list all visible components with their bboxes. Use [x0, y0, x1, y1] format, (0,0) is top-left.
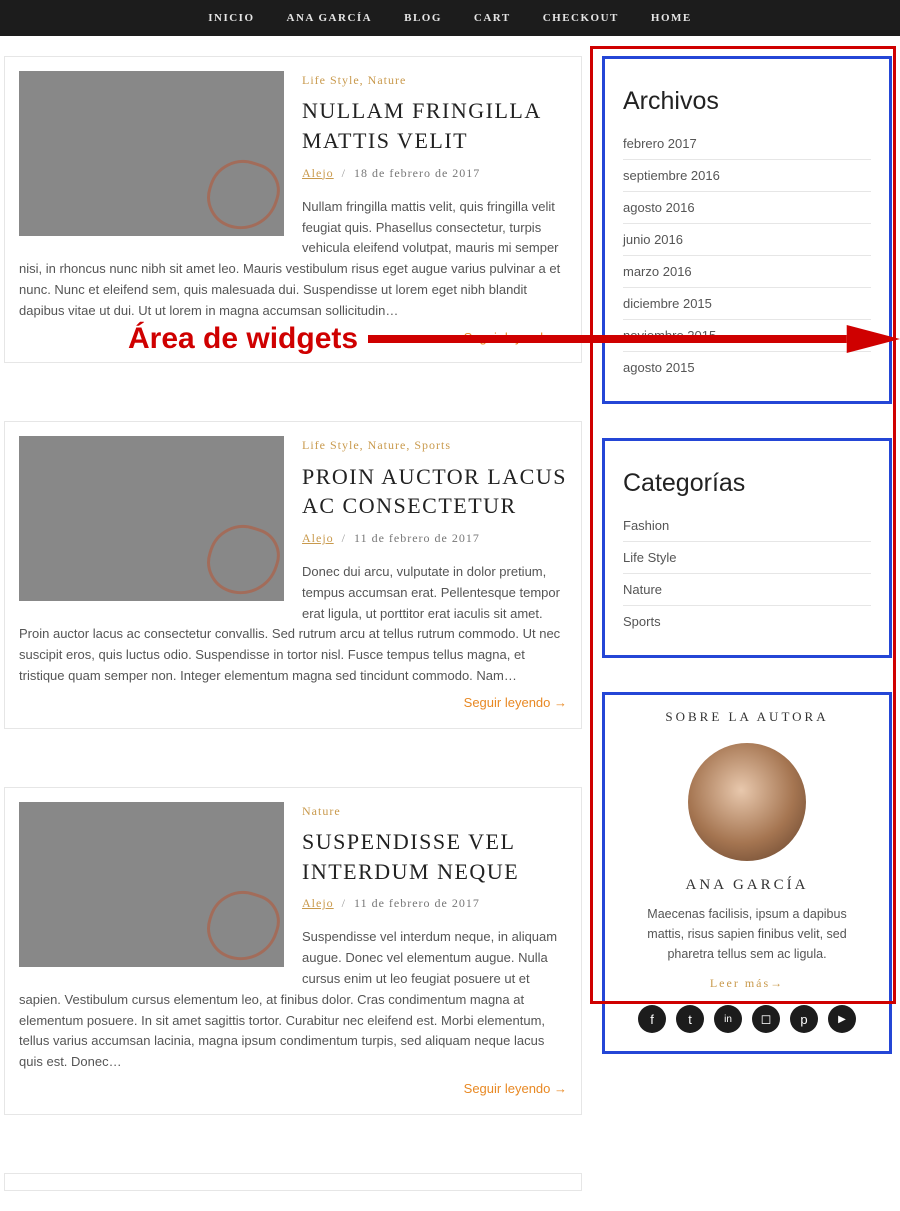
nav-item-blog[interactable]: BLOG	[404, 12, 442, 24]
twitter-icon[interactable]: t	[676, 1005, 704, 1033]
archives-widget: Archivos febrero 2017 septiembre 2016 ag…	[602, 56, 892, 404]
youtube-icon[interactable]: ▶	[828, 1005, 856, 1033]
category-link[interactable]: Nature	[368, 438, 407, 452]
linkedin-icon[interactable]: in	[714, 1005, 742, 1033]
nav-item-cart[interactable]: CART	[474, 12, 511, 24]
post-date: 11 de febrero de 2017	[354, 531, 480, 545]
archive-link[interactable]: noviembre 2015	[623, 320, 871, 352]
read-more-link[interactable]: Seguir leyendo →	[19, 328, 567, 349]
archive-link[interactable]: febrero 2017	[623, 128, 871, 160]
post-date: 18 de febrero de 2017	[354, 166, 480, 180]
top-nav: INICIO ANA GARCÍA BLOG CART CHECKOUT HOM…	[0, 0, 900, 36]
facebook-icon[interactable]: f	[638, 1005, 666, 1033]
post-thumbnail[interactable]	[19, 436, 284, 601]
post-author-link[interactable]: Alejo	[302, 896, 334, 910]
archive-link[interactable]: marzo 2016	[623, 256, 871, 288]
category-link[interactable]: Nature	[302, 804, 341, 818]
post-card: Life Style, Nature, Sports PROIN AUCTOR …	[4, 421, 582, 728]
nav-item-inicio[interactable]: INICIO	[208, 12, 254, 24]
archive-link[interactable]: junio 2016	[623, 224, 871, 256]
nav-item-home[interactable]: HOME	[651, 12, 692, 24]
read-more-link[interactable]: Seguir leyendo →	[19, 1079, 567, 1100]
author-name: ANA GARCÍA	[623, 877, 871, 894]
category-link[interactable]: Nature	[368, 73, 407, 87]
nav-item-ana-garcia[interactable]: ANA GARCÍA	[287, 12, 373, 24]
archive-link[interactable]: agosto 2015	[623, 352, 871, 383]
category-item[interactable]: Life Style	[623, 542, 871, 574]
category-link[interactable]: Life Style	[302, 73, 360, 87]
categories-list: Fashion Life Style Nature Sports	[623, 510, 871, 637]
author-widget: SOBRE LA AUTORA ANA GARCÍA Maecenas faci…	[602, 692, 892, 1054]
instagram-icon[interactable]: ◻	[752, 1005, 780, 1033]
post-author-link[interactable]: Alejo	[302, 531, 334, 545]
widget-title: SOBRE LA AUTORA	[623, 709, 871, 725]
category-item[interactable]: Nature	[623, 574, 871, 606]
post-author-link[interactable]: Alejo	[302, 166, 334, 180]
archive-link[interactable]: agosto 2016	[623, 192, 871, 224]
social-links: f t in ◻ p ▶	[623, 1005, 871, 1033]
archive-link[interactable]: diciembre 2015	[623, 288, 871, 320]
posts-column: Life Style, Nature NULLAM FRINGILLA MATT…	[4, 56, 582, 1191]
post-thumbnail[interactable]	[19, 71, 284, 236]
archive-link[interactable]: septiembre 2016	[623, 160, 871, 192]
widget-title: Categorías	[623, 469, 871, 498]
sidebar: Archivos febrero 2017 septiembre 2016 ag…	[602, 56, 892, 1191]
author-avatar	[688, 743, 806, 861]
category-link[interactable]: Life Style	[302, 438, 360, 452]
pinterest-icon[interactable]: p	[790, 1005, 818, 1033]
post-card: Nature SUSPENDISSE VEL INTERDUM NEQUE Al…	[4, 787, 582, 1115]
archives-list: febrero 2017 septiembre 2016 agosto 2016…	[623, 128, 871, 383]
categories-widget: Categorías Fashion Life Style Nature Spo…	[602, 438, 892, 658]
post-date: 11 de febrero de 2017	[354, 896, 480, 910]
post-thumbnail[interactable]	[19, 802, 284, 967]
category-item[interactable]: Fashion	[623, 510, 871, 542]
post-card: Life Style, Nature NULLAM FRINGILLA MATT…	[4, 56, 582, 363]
read-more-link[interactable]: Seguir leyendo →	[19, 693, 567, 714]
post-card	[4, 1173, 582, 1191]
nav-item-checkout[interactable]: CHECKOUT	[543, 12, 619, 24]
widget-title: Archivos	[623, 87, 871, 116]
category-link[interactable]: Sports	[414, 438, 451, 452]
author-read-more-link[interactable]: Leer más→	[710, 976, 784, 991]
category-item[interactable]: Sports	[623, 606, 871, 637]
author-bio: Maecenas facilisis, ipsum a dapibus matt…	[623, 904, 871, 964]
